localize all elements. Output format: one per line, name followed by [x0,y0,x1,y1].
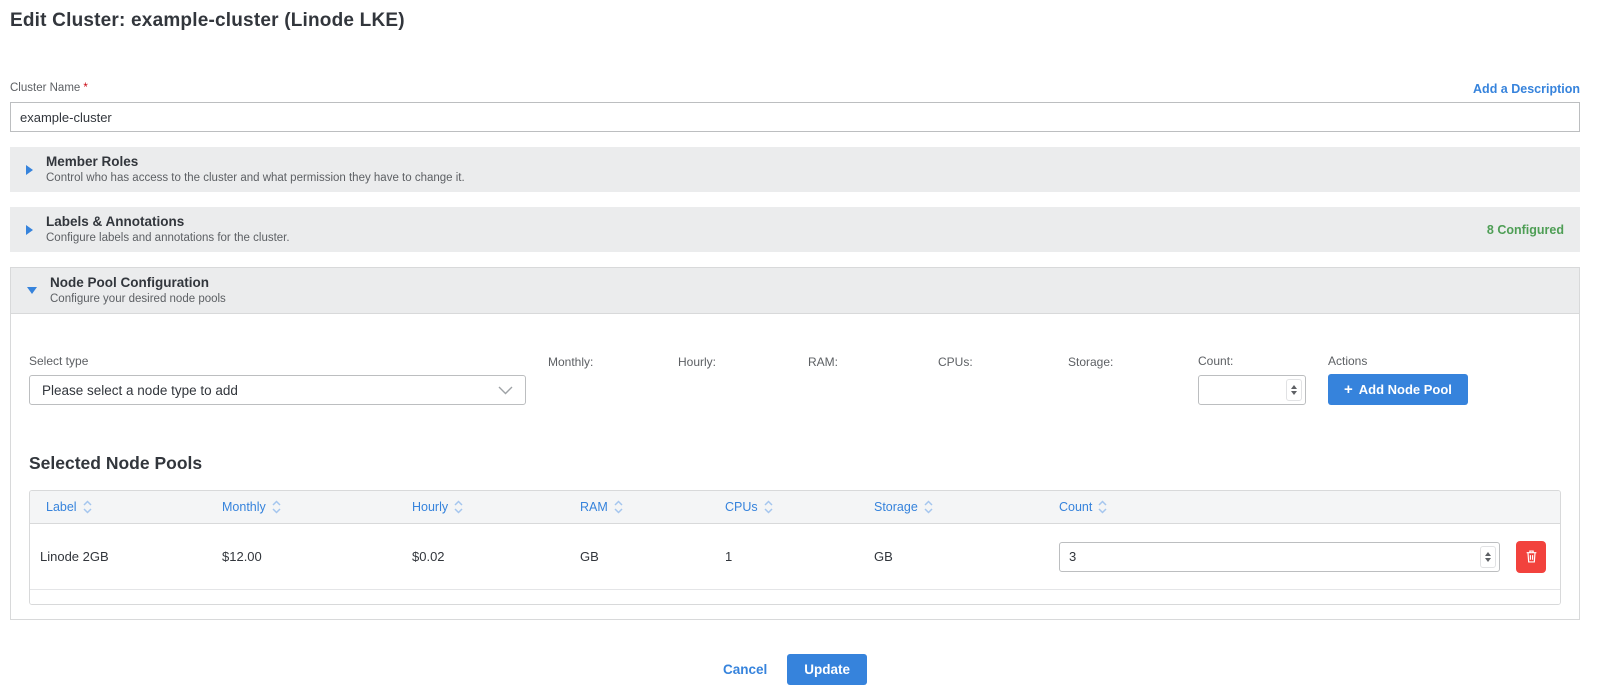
column-header-cpus-text: CPUs [725,500,758,514]
selected-node-pools-table: Label Monthly Hourly RAM [29,490,1561,605]
member-roles-text: Member Roles Control who has access to t… [46,153,465,186]
selected-node-pools-heading: Selected Node Pools [29,453,1561,474]
edit-cluster-page: Edit Cluster: example-cluster (Linode LK… [0,0,1600,698]
chevron-down-icon [498,386,513,395]
sort-icon [1098,500,1107,514]
column-header-count[interactable]: Count [1049,500,1560,514]
monthly-stat: Monthly: [548,354,678,369]
sort-icon [83,500,92,514]
sort-icon [272,500,281,514]
column-header-storage[interactable]: Storage [864,500,1049,514]
storage-stat-label: Storage: [1068,355,1198,369]
ram-stat-label: RAM: [808,355,938,369]
node-pool-configuration-text: Node Pool Configuration Configure your d… [50,274,226,307]
cluster-name-label: Cluster Name [10,82,80,94]
node-pool-configuration-section-header[interactable]: Node Pool Configuration Configure your d… [11,268,1579,314]
labels-annotations-subtitle: Configure labels and annotations for the… [46,231,290,247]
count-input-wrap [1198,375,1306,405]
table-footer-strip [30,590,1560,604]
column-header-ram-text: RAM [580,500,608,514]
configured-count-badge: 8 Configured [1487,223,1564,237]
column-header-cpus[interactable]: CPUs [715,500,864,514]
sort-icon [764,500,773,514]
column-header-hourly-text: Hourly [412,500,448,514]
pool-ram-cell: GB [570,549,715,564]
labels-annotations-text: Labels & Annotations Configure labels an… [46,213,290,246]
add-node-pool-form: Select type Please select a node type to… [29,354,1561,405]
count-group: Count: [1198,354,1328,405]
trash-icon [1525,549,1538,564]
storage-stat: Storage: [1068,354,1198,369]
pool-hourly-cell: $0.02 [402,549,570,564]
column-header-label-text: Label [46,500,77,514]
hourly-stat: Hourly: [678,354,808,369]
member-roles-title: Member Roles [46,153,465,171]
pool-label-cell: Linode 2GB [30,549,212,564]
plus-icon: + [1344,382,1353,397]
ram-stat: RAM: [808,354,938,369]
sort-icon [614,500,623,514]
column-header-ram[interactable]: RAM [570,500,715,514]
stepper-down-icon[interactable] [1291,391,1297,395]
cpus-stat: CPUs: [938,354,1068,369]
pool-monthly-cell: $12.00 [212,549,402,564]
column-header-storage-text: Storage [874,500,918,514]
add-description-link[interactable]: Add a Description [1473,82,1580,96]
labels-annotations-title: Labels & Annotations [46,213,290,231]
table-row: Linode 2GB $12.00 $0.02 GB 1 GB [30,524,1560,590]
sort-icon [454,500,463,514]
pool-storage-cell: GB [864,549,1049,564]
cpus-stat-label: CPUs: [938,355,1068,369]
actions-label: Actions [1328,354,1468,368]
monthly-stat-label: Monthly: [548,355,678,369]
caret-right-icon [26,225,33,235]
cluster-name-label-group: Cluster Name* [10,78,88,96]
column-header-monthly-text: Monthly [222,500,266,514]
stepper-up-icon[interactable] [1485,552,1491,556]
add-node-pool-button-label: Add Node Pool [1359,382,1452,397]
node-pool-configuration-section: Node Pool Configuration Configure your d… [10,267,1580,620]
column-header-count-text: Count [1059,500,1092,514]
column-header-hourly[interactable]: Hourly [402,500,570,514]
cluster-name-header-row: Cluster Name* Add a Description [10,78,1580,96]
stepper-down-icon[interactable] [1485,558,1491,562]
member-roles-subtitle: Control who has access to the cluster an… [46,171,465,187]
node-pool-configuration-title: Node Pool Configuration [50,274,226,292]
table-header-row: Label Monthly Hourly RAM [30,491,1560,524]
member-roles-section-header[interactable]: Member Roles Control who has access to t… [10,147,1580,192]
column-header-label[interactable]: Label [30,500,212,514]
required-asterisk: * [83,82,87,94]
update-button[interactable]: Update [787,654,867,685]
hourly-stat-label: Hourly: [678,355,808,369]
number-stepper-icon[interactable] [1286,379,1302,401]
delete-pool-button[interactable] [1516,541,1546,573]
stepper-up-icon[interactable] [1291,385,1297,389]
number-stepper-icon[interactable] [1480,546,1496,568]
actions-group: Actions + Add Node Pool [1328,354,1468,405]
cancel-button[interactable]: Cancel [723,662,767,677]
pool-count-cell [1049,541,1560,573]
pool-count-input[interactable] [1059,542,1500,572]
column-header-monthly[interactable]: Monthly [212,500,402,514]
select-type-label: Select type [29,354,526,368]
form-footer-actions: Cancel Update [10,654,1580,685]
node-type-select-value: Please select a node type to add [42,383,238,398]
page-title: Edit Cluster: example-cluster (Linode LK… [10,10,1580,32]
node-pool-configuration-content: Select type Please select a node type to… [11,314,1579,619]
node-pool-configuration-subtitle: Configure your desired node pools [50,292,226,308]
count-label: Count: [1198,354,1328,368]
node-type-select[interactable]: Please select a node type to add [29,375,526,405]
caret-right-icon [26,165,33,175]
add-node-pool-button[interactable]: + Add Node Pool [1328,374,1468,405]
pool-cpus-cell: 1 [715,549,864,564]
sort-icon [924,500,933,514]
node-type-select-group: Select type Please select a node type to… [29,354,526,405]
pool-count-input-wrap [1059,542,1500,572]
cluster-name-input[interactable] [10,102,1580,132]
labels-annotations-section-header[interactable]: Labels & Annotations Configure labels an… [10,207,1580,252]
caret-down-icon [27,287,37,294]
